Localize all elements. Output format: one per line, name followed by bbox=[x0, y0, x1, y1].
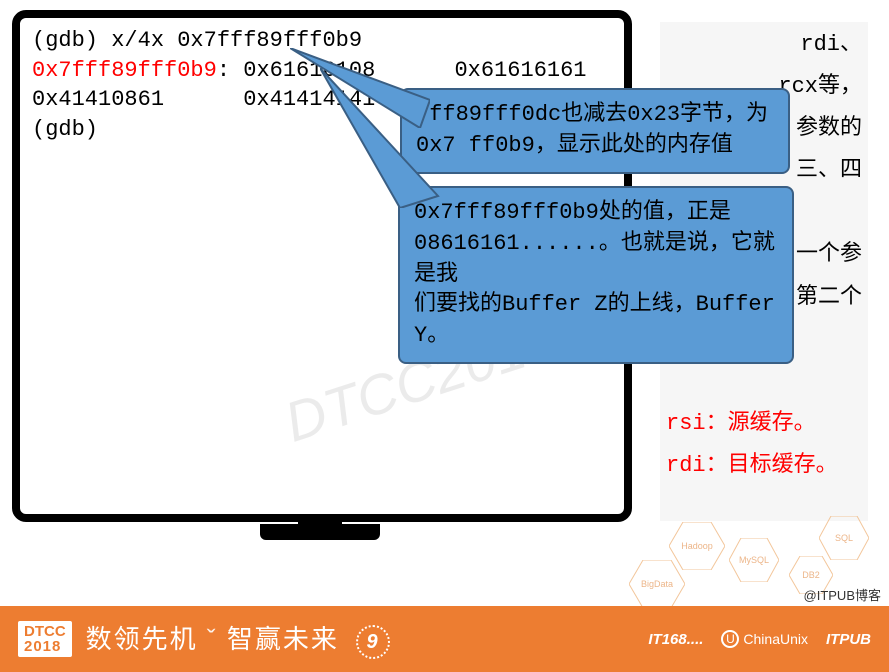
callout-tail-icon bbox=[320, 68, 440, 208]
txt: 参数的 bbox=[796, 116, 862, 141]
brand-it168: IT168.... bbox=[648, 631, 703, 648]
gdb-addr: 0x7fff89fff0b9 bbox=[32, 58, 217, 83]
slogan-a: 数领先机 bbox=[86, 624, 198, 654]
hex-label: BigData bbox=[629, 579, 685, 589]
txt: 一个参 bbox=[796, 242, 862, 267]
footer-bar: DTCC 2018 数领先机 ˇ 智赢未来 9 IT168.... U Chin… bbox=[0, 606, 889, 672]
hex-label: MySQL bbox=[729, 555, 779, 565]
brand-chinaunix: U ChinaUnix bbox=[721, 630, 808, 648]
txt: rcx等， bbox=[778, 74, 862, 99]
callout2-l2: 08616161......。也就是说，它就是我 bbox=[414, 229, 778, 291]
slogan: 数领先机 ˇ 智赢未来 9 bbox=[86, 619, 390, 658]
slogan-b: 智赢未来 bbox=[227, 624, 339, 654]
rsi-note: rsi：源缓存。 bbox=[666, 407, 862, 441]
rdi-note: rdi：目标缓存。 bbox=[666, 449, 862, 483]
hex-label: Hadoop bbox=[669, 541, 725, 551]
callout-subtract: fff89fff0dc也减去0x23字节，为 0x7 ff0b9，显示此处的内存… bbox=[400, 88, 790, 174]
callout-buffer-y: 0x7fff89fff0b9处的值，正是 08616161......。也就是说… bbox=[398, 186, 794, 364]
txt: 第二个 bbox=[796, 285, 862, 310]
txt: 三、四 bbox=[796, 158, 862, 183]
u-icon: U bbox=[721, 630, 739, 648]
monitor-stand bbox=[260, 524, 380, 540]
hex-label: DB2 bbox=[789, 570, 833, 580]
callout2-l3: 们要找的Buffer Z的上线，Buffer Y。 bbox=[414, 290, 778, 352]
gdb-line4: (gdb) bbox=[32, 117, 98, 142]
callout1-l2: 0x7 ff0b9，显示此处的内存值 bbox=[416, 131, 774, 162]
dtcc-logo: DTCC 2018 bbox=[18, 621, 72, 657]
logo-year: 2018 bbox=[24, 639, 66, 654]
credit: @ITPUB博客 bbox=[804, 585, 881, 604]
brand-itpub: ITPUB bbox=[826, 631, 871, 648]
hex-label: SQL bbox=[819, 533, 869, 543]
ninth-icon: 9 bbox=[356, 625, 390, 659]
brand-cu-label: ChinaUnix bbox=[743, 631, 808, 647]
footer-brands: IT168.... U ChinaUnix ITPUB bbox=[648, 630, 871, 648]
txt: rdi、 bbox=[800, 32, 862, 57]
callout1-l1: fff89fff0dc也减去0x23字节，为 bbox=[416, 100, 774, 131]
callout2-l1: 0x7fff89fff0b9处的值，正是 bbox=[414, 198, 778, 229]
